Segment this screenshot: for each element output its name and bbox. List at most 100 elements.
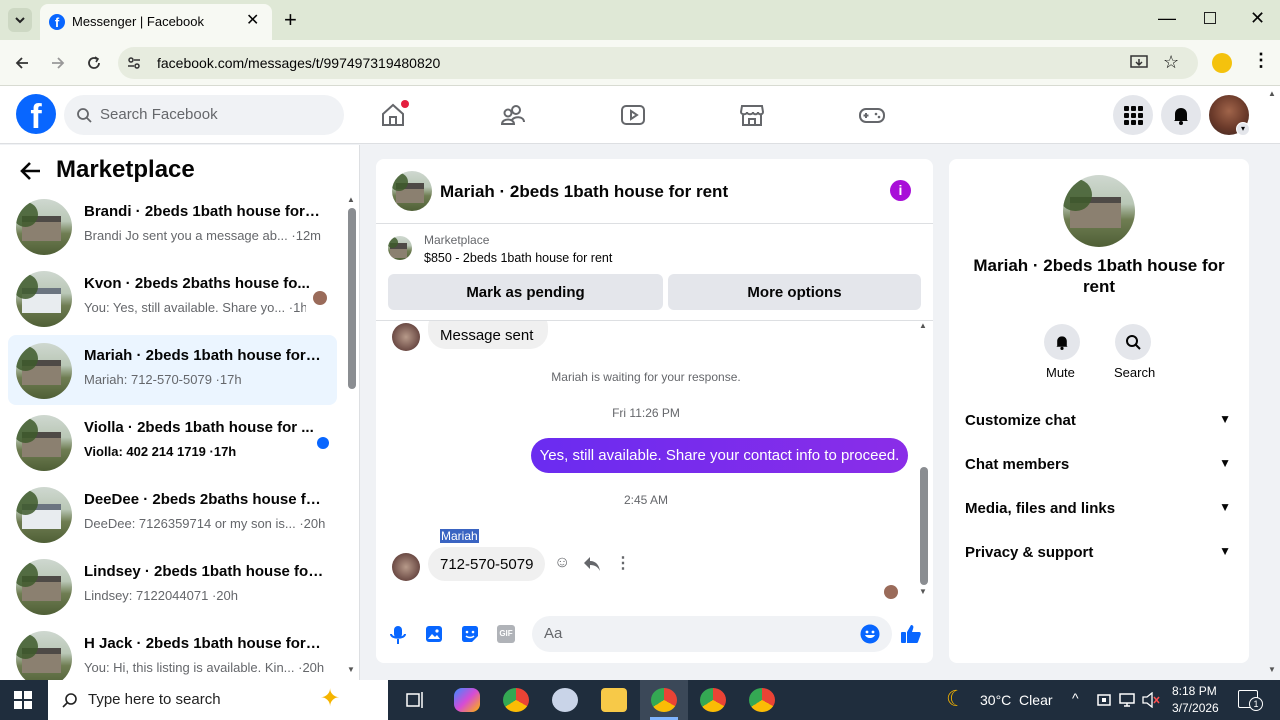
minimize-button[interactable]: — bbox=[1158, 8, 1176, 29]
meet-now-icon[interactable] bbox=[1096, 692, 1112, 708]
conversation-item[interactable]: Lindsey · 2beds 1bath house for ... Lind… bbox=[8, 551, 337, 621]
url-field[interactable]: facebook.com/messages/t/997497319480820 … bbox=[118, 47, 1198, 79]
marketplace-icon[interactable] bbox=[739, 102, 765, 128]
conversation-name: Violla · 2beds 1bath house for ... bbox=[84, 419, 314, 436]
row-label: Media, files and links bbox=[965, 500, 1116, 517]
page-scroll-down-arrow[interactable]: ▼ bbox=[1268, 665, 1276, 674]
mute-button[interactable] bbox=[1044, 324, 1080, 360]
conversation-snippet: Brandi Jo sent you a message ab... ·12m bbox=[84, 228, 322, 243]
new-tab-button[interactable]: + bbox=[284, 7, 297, 33]
conversation-item[interactable]: Violla · 2beds 1bath house for ... Violl… bbox=[8, 407, 337, 477]
mark-as-pending-button[interactable]: Mark as pending bbox=[388, 274, 663, 310]
account-chevron-icon[interactable]: ▾ bbox=[1236, 122, 1250, 136]
close-window-button[interactable]: ✕ bbox=[1250, 8, 1265, 29]
network-icon[interactable] bbox=[1119, 692, 1135, 708]
search-facebook-input[interactable]: Search Facebook bbox=[64, 95, 344, 135]
conversation-item[interactable]: Kvon · 2beds 2baths house fo... You: Yes… bbox=[8, 263, 337, 333]
chrome-profile-icon[interactable] bbox=[503, 688, 529, 712]
listing-avatar bbox=[16, 559, 72, 615]
more-actions-icon[interactable]: ⋮ bbox=[615, 553, 631, 573]
chat-list-scrollbar[interactable] bbox=[348, 208, 356, 389]
outgoing-message[interactable]: Yes, still available. Share your contact… bbox=[531, 438, 908, 473]
chat-avatar[interactable] bbox=[392, 171, 432, 211]
browser-menu-icon[interactable]: ⋮ bbox=[1252, 50, 1270, 71]
thumbs-up-icon[interactable] bbox=[900, 624, 922, 644]
row-label: Privacy & support bbox=[965, 544, 1094, 561]
conversation-snippet: You: Yes, still available. Share yo... ·… bbox=[84, 300, 306, 315]
reload-icon[interactable] bbox=[86, 55, 102, 71]
message-input[interactable]: Aa bbox=[532, 616, 892, 652]
facebook-top-bar: f Search Facebook ▾ bbox=[0, 86, 1280, 144]
windows-start-icon[interactable] bbox=[14, 691, 32, 709]
clock-time[interactable]: 8:18 PM bbox=[1172, 684, 1217, 698]
chevron-down-icon: ▼ bbox=[1219, 500, 1231, 514]
seen-avatar bbox=[313, 291, 327, 305]
conversation-item[interactable]: Brandi · 2beds 1bath house for r... Bran… bbox=[8, 191, 337, 261]
install-app-icon[interactable] bbox=[1130, 55, 1148, 71]
row-label: Customize chat bbox=[965, 412, 1076, 429]
reply-icon[interactable] bbox=[583, 556, 601, 572]
emoji-icon[interactable] bbox=[860, 624, 880, 644]
scroll-down-arrow[interactable]: ▼ bbox=[347, 665, 355, 674]
copilot-app-icon[interactable] bbox=[454, 688, 480, 712]
more-options-button[interactable]: More options bbox=[668, 274, 921, 310]
notification-count: 1 bbox=[1249, 697, 1263, 711]
info-button[interactable]: i bbox=[890, 180, 911, 201]
menu-grid-button[interactable] bbox=[1113, 95, 1153, 135]
show-hidden-icons[interactable]: ^ bbox=[1072, 690, 1079, 706]
browser-tab[interactable]: f Messenger | Facebook ✕ bbox=[40, 4, 272, 40]
app-icon[interactable] bbox=[552, 688, 578, 712]
watch-icon[interactable] bbox=[620, 102, 646, 128]
react-emoji-icon[interactable]: ☺ bbox=[554, 554, 570, 572]
chat-members-row[interactable]: Chat members ▼ bbox=[965, 456, 1233, 480]
notifications-button[interactable] bbox=[1161, 95, 1201, 135]
tab-search-button[interactable] bbox=[8, 8, 32, 32]
notification-center-button[interactable]: 1 bbox=[1238, 690, 1263, 711]
gaming-icon[interactable] bbox=[859, 102, 885, 128]
gif-icon[interactable]: GIF bbox=[497, 625, 515, 643]
search-icon bbox=[1126, 335, 1141, 350]
friends-icon[interactable] bbox=[500, 102, 526, 128]
thread-scrollbar[interactable] bbox=[920, 467, 928, 585]
media-files-row[interactable]: Media, files and links ▼ bbox=[965, 500, 1233, 524]
privacy-support-row[interactable]: Privacy & support ▼ bbox=[965, 544, 1233, 568]
conversation-item[interactable]: DeeDee · 2beds 2baths house fo... DeeDee… bbox=[8, 479, 337, 549]
chrome-icon[interactable] bbox=[749, 688, 775, 712]
listing-avatar bbox=[16, 487, 72, 543]
task-view-icon[interactable] bbox=[406, 691, 426, 709]
sticker-icon[interactable] bbox=[461, 625, 479, 643]
taskbar-search-box[interactable]: Type here to search ✦ bbox=[48, 680, 388, 720]
scroll-down-arrow[interactable]: ▼ bbox=[919, 587, 927, 596]
chrome-icon[interactable] bbox=[651, 688, 677, 712]
microphone-icon[interactable] bbox=[389, 625, 407, 645]
volume-muted-icon[interactable] bbox=[1142, 692, 1160, 708]
chrome-icon[interactable] bbox=[700, 688, 726, 712]
scroll-up-arrow[interactable]: ▲ bbox=[919, 321, 927, 330]
scroll-up-arrow[interactable]: ▲ bbox=[347, 195, 355, 204]
extension-icon[interactable] bbox=[1212, 53, 1232, 73]
site-settings-icon[interactable] bbox=[126, 55, 142, 71]
weather-text[interactable]: 30°C Clear bbox=[980, 692, 1053, 708]
customize-chat-row[interactable]: Customize chat ▼ bbox=[965, 412, 1233, 436]
contact-avatar[interactable] bbox=[1063, 175, 1135, 247]
conversation-snippet: Violla: 402 214 1719 ·17h bbox=[84, 444, 237, 459]
chat-title[interactable]: Mariah · 2beds 1bath house for rent bbox=[440, 182, 728, 202]
search-in-chat-button[interactable] bbox=[1115, 324, 1151, 360]
unread-dot bbox=[317, 437, 329, 449]
restore-button[interactable] bbox=[1204, 12, 1216, 24]
page-scroll-up-arrow[interactable]: ▲ bbox=[1268, 89, 1276, 98]
close-tab-icon[interactable]: ✕ bbox=[246, 10, 259, 30]
incoming-message[interactable]: 712-570-5079 bbox=[428, 547, 546, 581]
listing-title[interactable]: $850 - 2beds 1bath house for rent bbox=[424, 251, 612, 265]
message-thread: Message sent Mariah is waiting for your … bbox=[376, 321, 933, 603]
bookmark-star-icon[interactable]: ☆ bbox=[1163, 52, 1179, 73]
conversation-item[interactable]: H Jack · 2beds 1bath house for r... You:… bbox=[8, 623, 337, 680]
back-arrow-icon[interactable] bbox=[20, 161, 42, 181]
back-arrow-icon[interactable] bbox=[14, 55, 30, 71]
file-explorer-icon[interactable] bbox=[601, 688, 627, 712]
clock-date[interactable]: 3/7/2026 bbox=[1172, 701, 1219, 715]
forward-arrow-icon[interactable] bbox=[50, 55, 66, 71]
conversation-item-active[interactable]: Mariah · 2beds 1bath house for r... Mari… bbox=[8, 335, 337, 405]
facebook-logo-icon[interactable]: f bbox=[16, 94, 56, 134]
photo-icon[interactable] bbox=[425, 625, 443, 643]
